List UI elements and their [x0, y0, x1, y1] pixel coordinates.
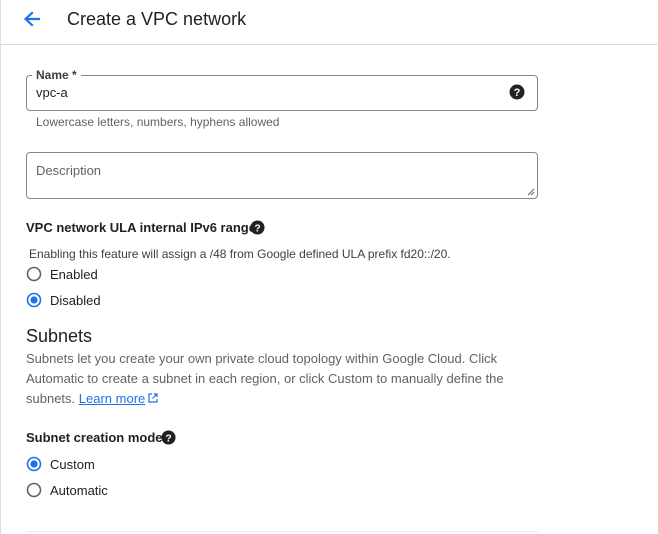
- section-divider: [26, 531, 538, 532]
- description-placeholder: Description: [36, 163, 102, 178]
- radio-unchecked-icon[interactable]: [26, 482, 42, 498]
- radio-label: Enabled: [50, 266, 98, 282]
- page-title: Create a VPC network: [67, 9, 247, 29]
- subnets-heading: Subnets: [26, 326, 93, 346]
- learn-more-link[interactable]: Learn more: [79, 391, 145, 406]
- resize-handle-icon[interactable]: [527, 188, 535, 196]
- radio-enabled[interactable]: Enabled: [26, 264, 98, 284]
- subnet-mode-label: Subnet creation mode: [26, 430, 163, 445]
- radio-label: Automatic: [50, 482, 108, 498]
- radio-label: Custom: [50, 456, 95, 472]
- name-field[interactable]: Name * vpc-a ?: [26, 67, 538, 111]
- subnets-description: Subnets let you create your own private …: [26, 349, 516, 409]
- radio-custom[interactable]: Custom: [26, 454, 95, 474]
- help-icon[interactable]: ?: [250, 220, 265, 235]
- ipv6-description: Enabling this feature will assign a /48 …: [29, 247, 451, 261]
- radio-disabled[interactable]: Disabled: [26, 290, 101, 310]
- arrow-back-icon: [23, 11, 41, 27]
- name-field-label: Name *: [32, 67, 81, 83]
- open-in-new-icon[interactable]: [147, 392, 159, 404]
- radio-unchecked-icon[interactable]: [26, 266, 42, 282]
- radio-checked-icon[interactable]: [26, 292, 42, 308]
- help-icon[interactable]: ?: [161, 430, 176, 445]
- page-header: Create a VPC network: [1, 0, 658, 45]
- radio-automatic[interactable]: Automatic: [26, 480, 108, 500]
- left-divider: [0, 0, 1, 534]
- description-field[interactable]: Description: [26, 152, 538, 199]
- ipv6-section-label: VPC network ULA internal IPv6 range: [26, 220, 256, 235]
- name-input-value[interactable]: vpc-a: [36, 85, 68, 100]
- help-icon[interactable]: ?: [509, 84, 525, 100]
- radio-checked-icon[interactable]: [26, 456, 42, 472]
- svg-text:?: ?: [165, 433, 171, 444]
- svg-text:?: ?: [254, 223, 260, 234]
- radio-label: Disabled: [50, 292, 101, 308]
- back-button[interactable]: [17, 6, 47, 34]
- learn-more-text[interactable]: Learn more: [79, 391, 145, 406]
- name-hint: Lowercase letters, numbers, hyphens allo…: [36, 115, 280, 129]
- svg-text:?: ?: [514, 87, 521, 99]
